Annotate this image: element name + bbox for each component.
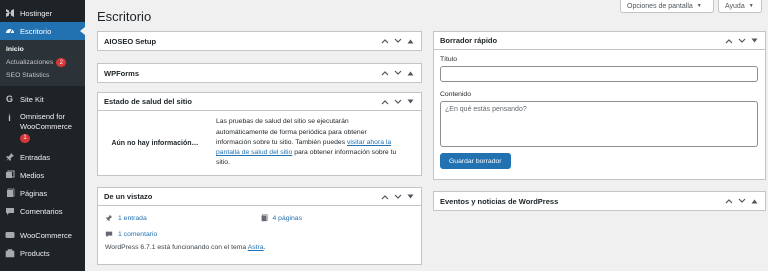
sidebar-item-label: Products (20, 248, 50, 258)
move-up-icon[interactable] (380, 192, 389, 201)
move-down-icon[interactable] (393, 37, 402, 46)
sidebar-item-comentarios[interactable]: Comentarios (0, 202, 85, 220)
google-g-icon: G (5, 94, 13, 104)
caret-down-icon: ▼ (696, 3, 702, 9)
pages-icon (260, 214, 268, 222)
sidebar-item-site-kit[interactable]: G Site Kit (0, 90, 85, 108)
widget-header: De un vistazo (98, 188, 421, 206)
submenu-item-inicio[interactable]: Inicio (0, 43, 85, 56)
sidebar-item-label: Escritorio (20, 26, 52, 36)
screen-options-button[interactable]: Opciones de pantalla ▼ (620, 0, 714, 13)
content-label: Contenido (440, 91, 471, 98)
dashboard-icon (4, 26, 15, 37)
widget-header: WPForms (98, 64, 421, 82)
products-icon (4, 248, 15, 259)
sidebar-item-label: WooCommerce (20, 230, 72, 240)
glance-pages-link[interactable]: 4 páginas (260, 214, 415, 222)
widget-header: AIOSEO Setup (98, 32, 421, 50)
draft-title-input[interactable] (440, 66, 758, 82)
submenu-item-seo-statistics[interactable]: SEO Statistics (0, 69, 85, 82)
hostinger-icon (4, 8, 15, 19)
move-down-icon[interactable] (393, 192, 402, 201)
main-content: Opciones de pantalla ▼ Ayuda ▼ Escritori… (85, 0, 768, 271)
move-down-icon[interactable] (737, 197, 746, 206)
sidebar-item-label: Páginas (20, 188, 48, 198)
move-down-icon[interactable] (393, 97, 402, 106)
widget-at-a-glance: De un vistazo 1 entrada 4 páginas 1 come… (97, 187, 422, 265)
sidebar-item-label: Medios (20, 170, 45, 180)
widget-title[interactable]: WPForms (104, 69, 139, 78)
widget-title[interactable]: Borrador rápido (440, 36, 497, 45)
woocommerce-icon (4, 230, 15, 241)
toggle-panel-icon[interactable] (750, 36, 759, 45)
pin-icon (105, 214, 113, 222)
save-draft-button[interactable]: Guardar borrador (440, 153, 511, 169)
widget-aioseo-setup: AIOSEO Setup (97, 31, 422, 51)
sidebar-item-label: Entradas (20, 152, 51, 162)
theme-link[interactable]: Astra (248, 244, 264, 251)
sidebar-item-medios[interactable]: Medios (0, 166, 85, 184)
site-health-status: Aún no hay información… (111, 139, 199, 147)
move-up-icon[interactable] (380, 37, 389, 46)
sidebar-item-label: Comentarios (20, 206, 63, 216)
glance-comments-link[interactable]: 1 comentario (105, 230, 261, 238)
omnisend-badge: 1 (20, 133, 30, 143)
glance-posts-link[interactable]: 1 entrada (105, 214, 260, 222)
site-health-description: Las pruebas de salud del sitio se ejecut… (216, 118, 397, 167)
widget-title[interactable]: Eventos y noticias de WordPress (440, 197, 558, 206)
dashboard-submenu: Inicio Actualizaciones 2 SEO Statistics (0, 40, 85, 86)
submenu-item-actualizaciones[interactable]: Actualizaciones 2 (0, 56, 85, 69)
widget-wpforms: WPForms (97, 63, 422, 83)
media-icon (4, 170, 15, 181)
updates-count-badge: 2 (56, 58, 67, 67)
sidebar-item-omnisend[interactable]: i Omnisend for WooCommerce 1 (0, 108, 85, 144)
comment-icon (105, 230, 113, 238)
sidebar-item-hostinger[interactable]: Hostinger (0, 4, 85, 22)
move-up-icon[interactable] (380, 97, 389, 106)
sidebar-item-entradas[interactable]: Entradas (0, 148, 85, 166)
move-up-icon[interactable] (380, 69, 389, 78)
sidebar-item-label: Site Kit (20, 94, 44, 104)
toggle-panel-icon[interactable] (406, 69, 415, 78)
toggle-panel-icon[interactable] (406, 37, 415, 46)
sidebar-item-paginas[interactable]: Páginas (0, 184, 85, 202)
widget-events-news: Eventos y noticias de WordPress (433, 191, 766, 211)
pages-icon (4, 188, 15, 199)
toggle-panel-icon[interactable] (750, 197, 759, 206)
move-up-icon[interactable] (724, 197, 733, 206)
caret-down-icon: ▼ (748, 3, 754, 9)
title-label: Título (440, 56, 457, 63)
widget-header: Estado de salud del sitio (98, 93, 421, 111)
move-down-icon[interactable] (737, 36, 746, 45)
toggle-panel-icon[interactable] (406, 192, 415, 201)
widget-title[interactable]: AIOSEO Setup (104, 37, 156, 46)
sidebar-item-escritorio[interactable]: Escritorio (0, 22, 85, 40)
move-down-icon[interactable] (393, 69, 402, 78)
sidebar-item-woocommerce[interactable]: WooCommerce (0, 226, 85, 244)
pin-icon (4, 152, 15, 163)
help-button[interactable]: Ayuda ▼ (718, 0, 762, 13)
widget-quick-draft: Borrador rápido Título Contenido ¿En qué… (433, 31, 766, 180)
admin-sidebar: Hostinger Escritorio Inicio Actualizacio… (0, 0, 85, 271)
widget-title[interactable]: De un vistazo (104, 192, 152, 201)
omnisend-icon: i (8, 112, 11, 123)
draft-content-textarea[interactable]: ¿En qué estás pensando? (440, 101, 758, 147)
widget-title[interactable]: Estado de salud del sitio (104, 97, 192, 106)
wp-version-text: WordPress 6.7.1 está funcionando con el … (105, 244, 266, 251)
widget-site-health: Estado de salud del sitio Aún no hay inf… (97, 92, 422, 176)
page-title: Escritorio (97, 9, 152, 24)
move-up-icon[interactable] (724, 36, 733, 45)
comment-icon (4, 206, 15, 217)
sidebar-item-label: Hostinger (20, 8, 53, 18)
toggle-panel-icon[interactable] (406, 97, 415, 106)
widget-header: Borrador rápido (434, 32, 765, 50)
sidebar-item-products[interactable]: Products (0, 244, 85, 262)
widget-header: Eventos y noticias de WordPress (434, 192, 765, 210)
